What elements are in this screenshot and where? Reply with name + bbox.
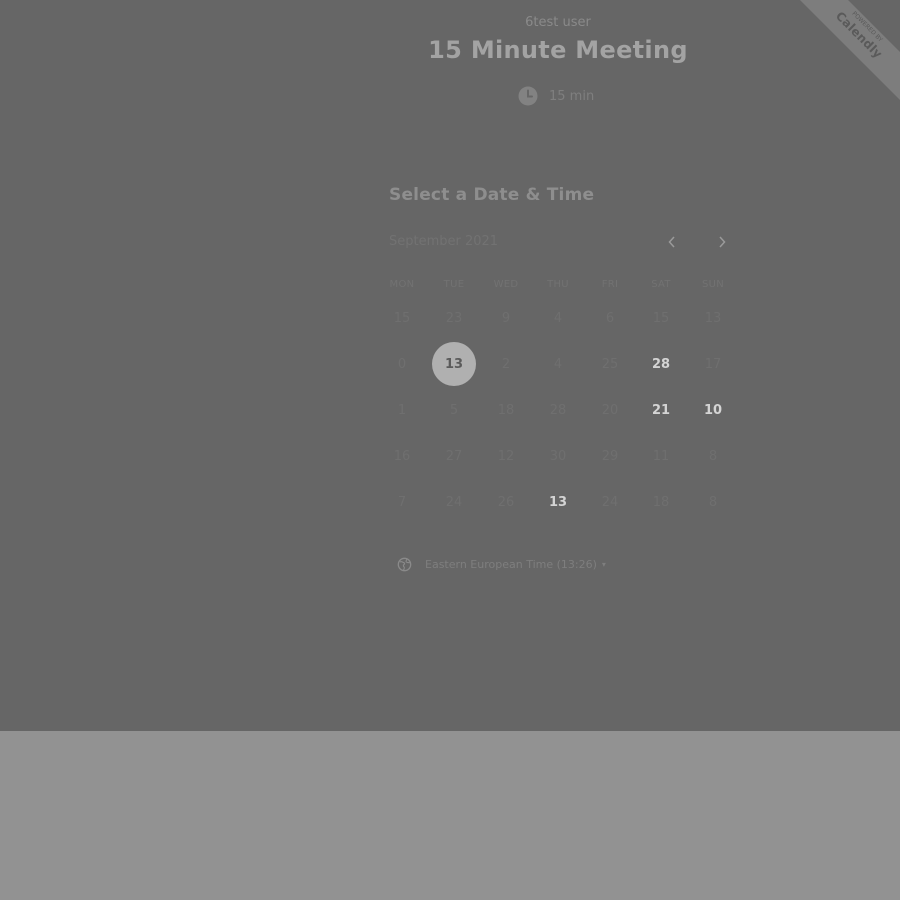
event-title: 15 Minute Meeting <box>428 36 688 64</box>
available-day-button[interactable]: 10 <box>691 388 735 432</box>
calendar-day: 27 <box>445 448 463 464</box>
calendar-day: 6 <box>605 310 615 326</box>
calendar-day: 17 <box>704 356 722 372</box>
calendar-day: 0 <box>397 356 407 372</box>
calendar-day: 7 <box>397 494 407 510</box>
select-date-heading: Select a Date & Time <box>389 185 595 205</box>
clock-icon <box>518 86 549 106</box>
weekday-sun: SUN <box>701 279 725 290</box>
timezone-label: Eastern European Time (13:26) <box>425 558 597 571</box>
calendar-day: 28 <box>549 402 567 418</box>
calendar-day: 4 <box>553 310 563 326</box>
calendar-day: 24 <box>601 494 619 510</box>
caret-down-icon: ▾ <box>601 560 606 569</box>
timezone-selector[interactable]: Eastern European Time (13:26) ▾ <box>397 557 606 572</box>
weekday-thu: THU <box>547 279 569 290</box>
weekday-fri: FRI <box>601 279 619 290</box>
calendar-day: 9 <box>501 310 511 326</box>
available-day-button[interactable]: 21 <box>639 388 683 432</box>
globe-icon <box>397 557 412 572</box>
event-duration: 15 min <box>518 86 594 106</box>
calendar-day: 24 <box>445 494 463 510</box>
host-name: 6test user <box>525 15 591 30</box>
calendar-day: 5 <box>449 402 459 418</box>
duration-text: 15 min <box>549 88 595 104</box>
chevron-right-icon <box>717 233 727 252</box>
calendar-day: 26 <box>497 494 515 510</box>
previous-month-button[interactable] <box>661 232 683 252</box>
selected-day-button[interactable]: 13 <box>432 342 476 386</box>
weekday-tue: TUE <box>443 279 465 290</box>
calendar-day: 4 <box>553 356 563 372</box>
calendar-day: 23 <box>445 310 463 326</box>
calendar-day: 13 <box>704 310 722 326</box>
next-month-button[interactable] <box>711 232 733 252</box>
scheduling-card: POWERED BY Calendly 6test user 15 Minute… <box>0 0 900 731</box>
calendar-day: 25 <box>601 356 619 372</box>
weekday-sat: SAT <box>651 279 671 290</box>
calendar-day: 29 <box>601 448 619 464</box>
calendar-day: 30 <box>549 448 567 464</box>
calendar-day: 15 <box>652 310 670 326</box>
calendar-day: 12 <box>497 448 515 464</box>
calendar-day: 11 <box>652 448 670 464</box>
calendar-day: 1 <box>397 402 407 418</box>
calendar-day: 18 <box>652 494 670 510</box>
available-day-button[interactable]: 13 <box>536 480 580 524</box>
calendar-day: 18 <box>497 402 515 418</box>
month-label: September 2021 <box>389 234 499 249</box>
calendar-day: 8 <box>708 448 718 464</box>
weekday-mon: MON <box>389 279 415 290</box>
weekday-wed: WED <box>493 279 519 290</box>
calendar-day: 20 <box>601 402 619 418</box>
calendar-day: 16 <box>393 448 411 464</box>
available-day-button[interactable]: 28 <box>639 342 683 386</box>
chevron-left-icon <box>667 233 677 252</box>
calendar-day: 15 <box>393 310 411 326</box>
calendar-day: 2 <box>501 356 511 372</box>
calendar-day: 8 <box>708 494 718 510</box>
